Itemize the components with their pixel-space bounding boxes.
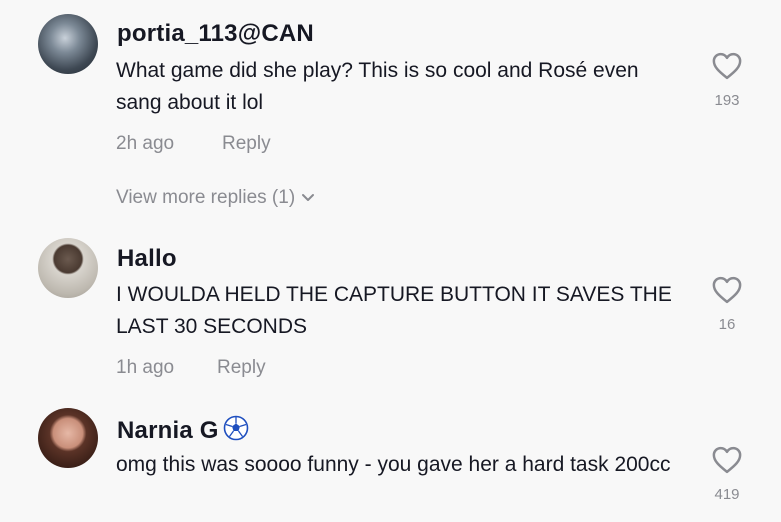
comment-username-label: Narnia G [117, 417, 219, 444]
like-count: 193 [714, 92, 740, 109]
soccer-ball-icon [223, 415, 248, 441]
reply-button[interactable]: Reply [217, 357, 266, 379]
avatar[interactable] [38, 14, 98, 74]
comment-text: I WOULDA HELD THE CAPTURE BUTTON IT SAVE… [116, 283, 672, 338]
comment-username[interactable]: portia_113@CAN [117, 20, 314, 48]
heart-icon[interactable] [712, 276, 742, 304]
comment-text: What game did she play? This is so cool … [116, 59, 639, 114]
avatar[interactable] [38, 238, 98, 298]
comment-text: omg this was soooo funny - you gave her … [116, 453, 671, 476]
comment-timestamp: 1h ago [116, 357, 175, 378]
avatar[interactable] [38, 408, 98, 468]
reply-button[interactable]: Reply [222, 133, 271, 155]
heart-icon[interactable] [712, 52, 742, 80]
view-more-replies-label: View more replies (1) [116, 187, 296, 208]
comment-timestamp: 2h ago [116, 133, 175, 154]
comment-username[interactable]: Narnia G [117, 415, 249, 445]
heart-icon[interactable] [712, 446, 742, 474]
like-count: 419 [714, 486, 740, 503]
like-count: 16 [718, 316, 736, 333]
chevron-down-icon [302, 193, 315, 201]
view-more-replies-button[interactable]: View more replies (1) [116, 187, 315, 209]
comment-username[interactable]: Hallo [117, 245, 177, 273]
